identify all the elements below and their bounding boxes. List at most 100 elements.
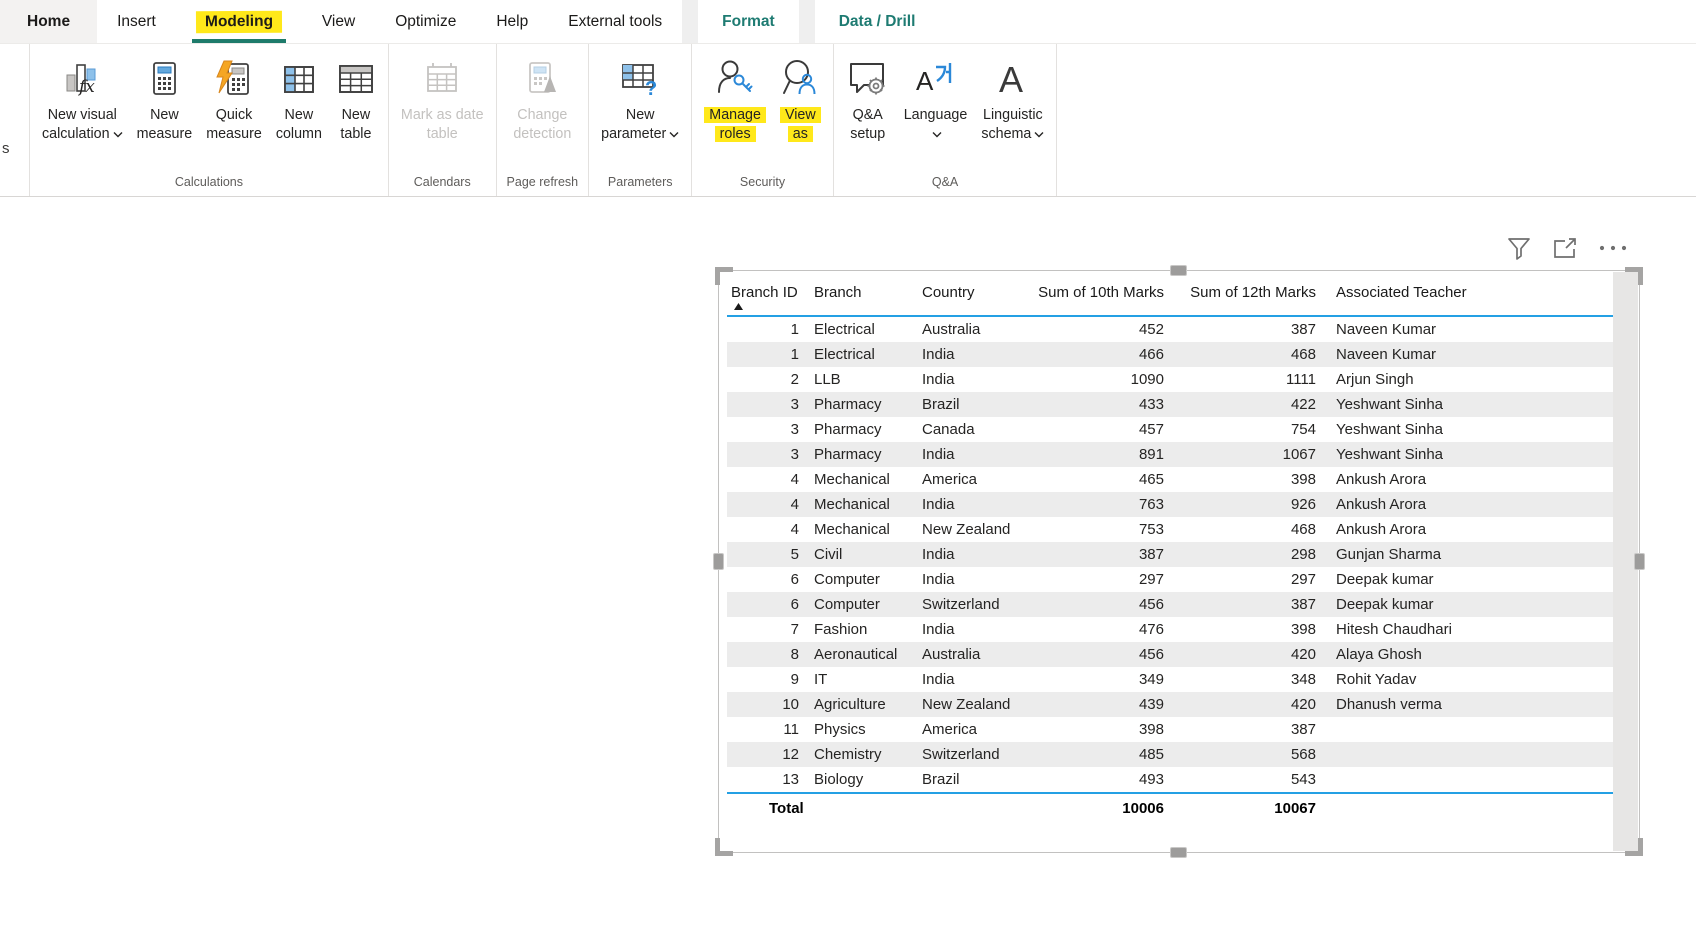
new-visual-calculation-button[interactable]: fx New visual calculation	[36, 52, 129, 148]
language-button[interactable]: A Language	[898, 52, 974, 148]
table-cell: 3	[727, 392, 807, 417]
table-row[interactable]: 1ElectricalIndia466468Naveen Kumar	[727, 342, 1613, 367]
table-row[interactable]: 6ComputerSwitzerland456387Deepak kumar	[727, 592, 1613, 617]
resize-handle-top-left[interactable]	[715, 267, 733, 285]
table-cell: 753	[1027, 517, 1172, 542]
table-cell: 9	[727, 667, 807, 692]
table-cell: 456	[1027, 592, 1172, 617]
tab-view[interactable]: View	[302, 0, 375, 43]
column-header[interactable]: Branch	[807, 279, 915, 301]
table-cell: New Zealand	[915, 517, 1027, 542]
table-row[interactable]: 11PhysicsAmerica398387	[727, 717, 1613, 742]
tab-external-tools[interactable]: External tools	[548, 0, 682, 43]
table-row[interactable]: 4MechanicalNew Zealand753468Ankush Arora	[727, 517, 1613, 542]
group-label-qa: Q&A	[840, 173, 1051, 194]
resize-handle-right[interactable]	[1634, 553, 1645, 570]
table-cell: 452	[1027, 317, 1172, 342]
column-header[interactable]: Associated Teacher	[1324, 279, 1613, 301]
table-cell: 12	[727, 742, 807, 767]
tab-format[interactable]: Format	[698, 0, 799, 43]
tab-home[interactable]: Home	[0, 0, 97, 43]
table-row[interactable]: 6ComputerIndia297297Deepak kumar	[727, 567, 1613, 592]
ribbon-group-page-refresh: Change detection Page refresh	[497, 44, 590, 196]
table-cell: Switzerland	[915, 592, 1027, 617]
table-cell: Gunjan Sharma	[1324, 542, 1613, 567]
table-row[interactable]: 1ElectricalAustralia452387Naveen Kumar	[727, 317, 1613, 342]
resize-handle-left[interactable]	[713, 553, 724, 570]
table-row[interactable]: 12ChemistrySwitzerland485568	[727, 742, 1613, 767]
new-table-button[interactable]: New table	[330, 52, 382, 148]
mark-as-date-table-button[interactable]: Mark as date table	[395, 52, 490, 148]
table-row[interactable]: 8AeronauticalAustralia456420Alaya Ghosh	[727, 642, 1613, 667]
table-cell: 6	[727, 567, 807, 592]
table-cell: Electrical	[807, 342, 915, 367]
tab-optimize[interactable]: Optimize	[375, 0, 476, 43]
linguistic-schema-button[interactable]: A Linguistic schema	[975, 52, 1050, 148]
resize-handle-bottom-right[interactable]	[1625, 838, 1643, 856]
resize-handle-top-right[interactable]	[1625, 267, 1643, 285]
table-cell: 11	[727, 717, 807, 742]
table-row[interactable]: 5CivilIndia387298Gunjan Sharma	[727, 542, 1613, 567]
table-row[interactable]: 10AgricultureNew Zealand439420Dhanush ve…	[727, 692, 1613, 717]
table-cell: Mechanical	[807, 517, 915, 542]
table-row[interactable]: 3PharmacyBrazil433422Yeshwant Sinha	[727, 392, 1613, 417]
resize-handle-bottom[interactable]	[1170, 847, 1187, 858]
table-cell: 387	[1172, 717, 1324, 742]
new-parameter-button[interactable]: ? New parameter	[595, 52, 685, 148]
focus-mode-icon[interactable]	[1552, 236, 1578, 260]
table-cell: Electrical	[807, 317, 915, 342]
column-header[interactable]: Sum of 10th Marks	[1027, 279, 1172, 301]
table-visual[interactable]: Branch IDBranchCountrySum of 10th MarksS…	[718, 270, 1640, 853]
report-canvas[interactable]: Branch IDBranchCountrySum of 10th MarksS…	[0, 197, 1696, 946]
tab-data-drill[interactable]: Data / Drill	[815, 0, 940, 43]
column-header[interactable]: Country	[915, 279, 1027, 301]
new-visual-calculation-icon: fx	[62, 56, 102, 102]
table-cell: 4	[727, 467, 807, 492]
resize-handle-top[interactable]	[1170, 265, 1187, 276]
tab-modeling[interactable]: Modeling	[176, 0, 302, 43]
chevron-down-icon	[1034, 131, 1044, 138]
table-cell: 4	[727, 492, 807, 517]
table-cell: Pharmacy	[807, 392, 915, 417]
column-header[interactable]: Sum of 12th Marks	[1172, 279, 1324, 301]
new-table-icon	[336, 56, 376, 102]
table-row[interactable]: 13BiologyBrazil493543	[727, 767, 1613, 792]
table-cell: Dhanush verma	[1324, 692, 1613, 717]
table-cell: 1	[727, 317, 807, 342]
tab-help[interactable]: Help	[476, 0, 548, 43]
table-cell: 485	[1027, 742, 1172, 767]
chevron-down-icon	[113, 131, 123, 138]
table-cell: Civil	[807, 542, 915, 567]
visual-header-toolbar	[1506, 235, 1628, 261]
table-row[interactable]: 7FashionIndia476398Hitesh Chaudhari	[727, 617, 1613, 642]
menu-spacer	[682, 0, 698, 43]
resize-handle-bottom-left[interactable]	[715, 838, 733, 856]
column-header[interactable]: Branch ID	[727, 279, 807, 310]
table-row[interactable]: 4MechanicalAmerica465398Ankush Arora	[727, 467, 1613, 492]
view-as-icon	[780, 56, 820, 102]
table-row[interactable]: 3PharmacyIndia8911067Yeshwant Sinha	[727, 442, 1613, 467]
table-cell	[1324, 717, 1613, 742]
new-measure-button[interactable]: New measure	[131, 52, 199, 148]
group-label-page-refresh: Page refresh	[503, 173, 583, 194]
qa-setup-button[interactable]: Q&A setup	[840, 52, 896, 148]
table-cell	[1324, 742, 1613, 767]
more-options-icon[interactable]	[1598, 244, 1628, 252]
table-cell: Aeronautical	[807, 642, 915, 667]
table-row[interactable]: 4MechanicalIndia763926Ankush Arora	[727, 492, 1613, 517]
change-detection-button[interactable]: Change detection	[507, 52, 577, 148]
filter-icon[interactable]	[1506, 235, 1532, 261]
new-column-button[interactable]: New column	[270, 52, 328, 148]
table-row[interactable]: 3PharmacyCanada457754Yeshwant Sinha	[727, 417, 1613, 442]
table-row[interactable]: 9ITIndia349348Rohit Yadav	[727, 667, 1613, 692]
table-cell: Switzerland	[915, 742, 1027, 767]
quick-measure-button[interactable]: Quick measure	[200, 52, 268, 148]
tab-insert[interactable]: Insert	[97, 0, 176, 43]
manage-roles-button[interactable]: Manage roles	[698, 52, 772, 148]
view-as-button[interactable]: View as	[774, 52, 827, 148]
table-cell: India	[915, 667, 1027, 692]
menu-spacer	[799, 0, 815, 43]
new-measure-icon	[147, 56, 181, 102]
table-row[interactable]: 2LLBIndia10901111Arjun Singh	[727, 367, 1613, 392]
table-body: 1ElectricalAustralia452387Naveen Kumar1E…	[727, 317, 1613, 792]
